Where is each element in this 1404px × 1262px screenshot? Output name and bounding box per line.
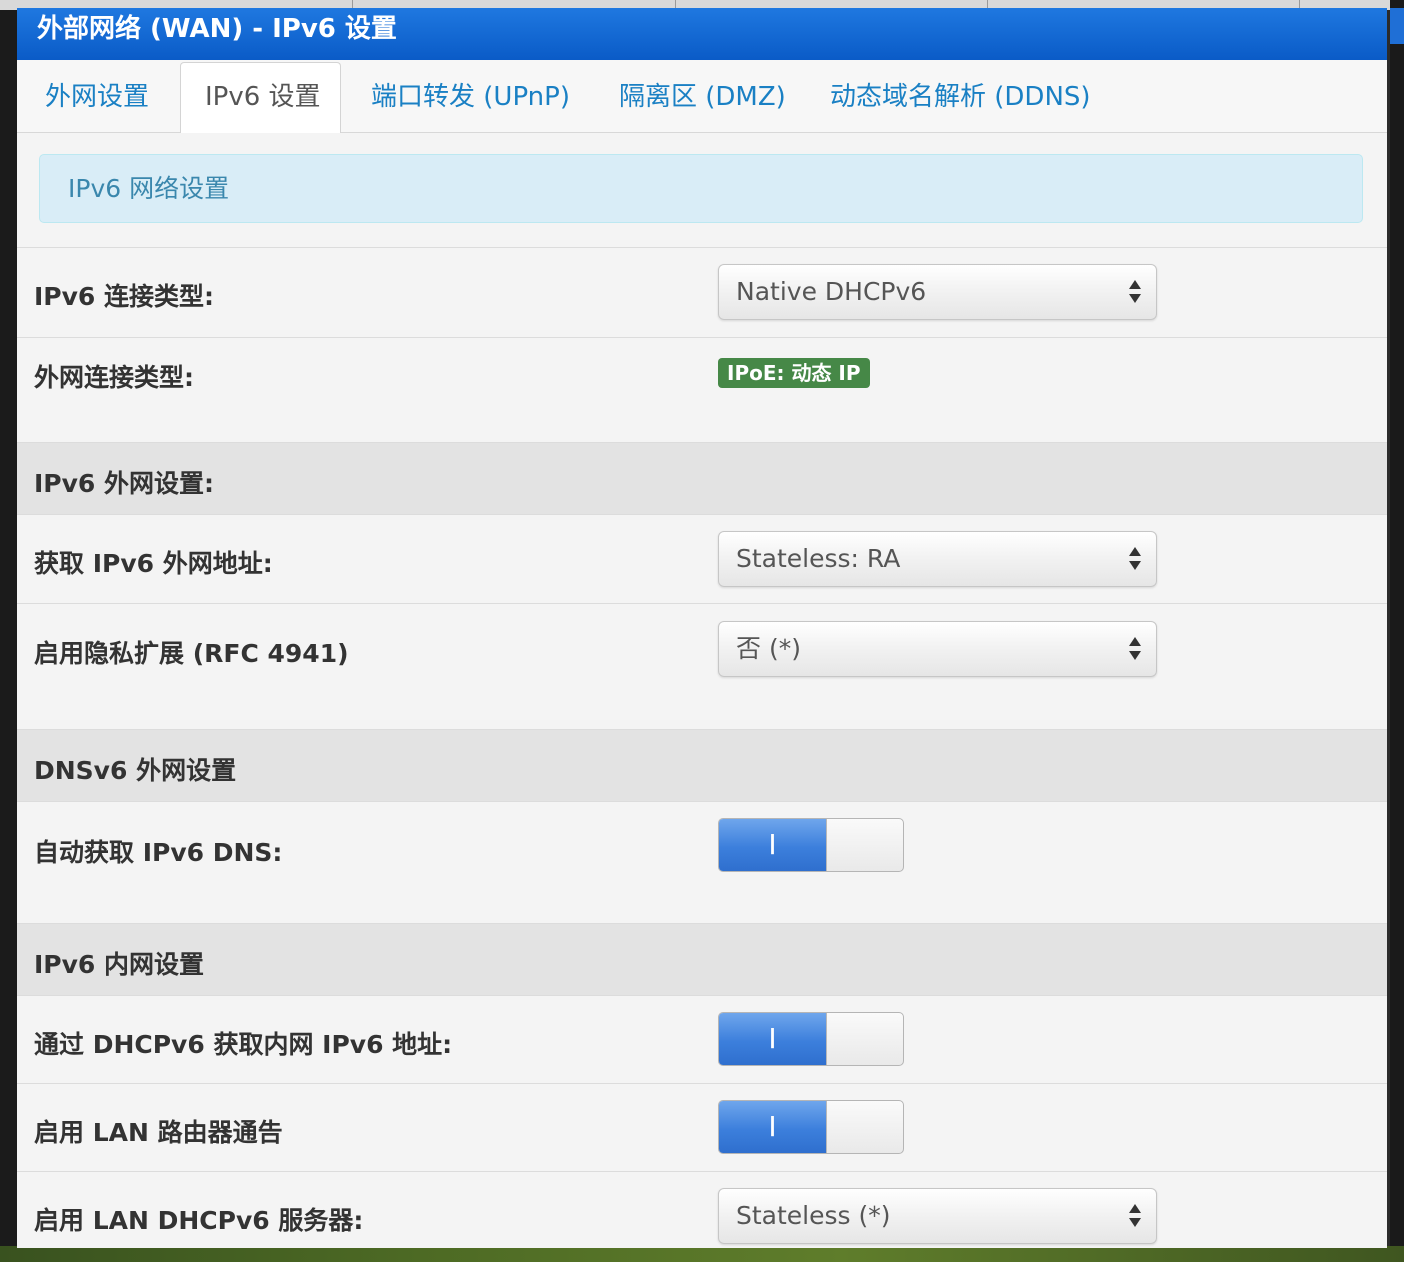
tab-ipv6-settings[interactable]: IPv6 设置 xyxy=(180,62,341,133)
toggle-on-indicator: I xyxy=(719,819,826,871)
section-ipv6-wan: IPv6 外网设置: xyxy=(17,443,1387,515)
tab-wan-settings[interactable]: 外网设置 xyxy=(45,60,149,132)
wan-connection-type-badge: IPoE: 动态 IP xyxy=(718,358,870,388)
auto-ipv6-dns-toggle[interactable]: I xyxy=(718,818,904,872)
section-dnsv6-wan: DNSv6 外网设置 xyxy=(17,730,1387,802)
privacy-extensions-select[interactable]: 否 (*) xyxy=(718,621,1157,677)
page-title: 外部网络 (WAN) - IPv6 设置 xyxy=(17,8,1387,60)
row-lan-router-advertisement: 启用 LAN 路由器通告 I xyxy=(17,1084,1387,1172)
row-ipv6-connection-type: IPv6 连接类型: Native DHCPv6 xyxy=(17,248,1387,338)
get-ipv6-wan-address-label: 获取 IPv6 外网地址: xyxy=(34,549,273,578)
get-ipv6-wan-address-select[interactable]: Stateless: RA xyxy=(718,531,1157,587)
row-privacy-extensions: 启用隐私扩展 (RFC 4941) 否 (*) xyxy=(17,604,1387,730)
privacy-extensions-label: 启用隐私扩展 (RFC 4941) xyxy=(34,639,349,668)
tab-port-forwarding[interactable]: 端口转发 (UPnP) xyxy=(371,60,570,132)
row-lan-dhcpv6-server: 启用 LAN DHCPv6 服务器: Stateless (*) xyxy=(17,1172,1387,1248)
background-bottom-strip xyxy=(0,1246,1404,1262)
row-dhcpv6-lan-address: 通过 DHCPv6 获取内网 IPv6 地址: I xyxy=(17,996,1387,1084)
select-arrows-icon xyxy=(1128,532,1142,586)
dhcpv6-lan-address-toggle[interactable]: I xyxy=(718,1012,904,1066)
lan-router-advertisement-toggle[interactable]: I xyxy=(718,1100,904,1154)
ipv6-connection-type-value: Native DHCPv6 xyxy=(736,277,927,306)
wan-ipv6-panel: 外部网络 (WAN) - IPv6 设置 外网设置 IPv6 设置 端口转发 (… xyxy=(17,8,1387,1248)
get-ipv6-wan-address-value: Stateless: RA xyxy=(736,544,901,573)
lan-dhcpv6-server-value: Stateless (*) xyxy=(736,1201,891,1230)
auto-ipv6-dns-label: 自动获取 IPv6 DNS: xyxy=(34,838,283,867)
info-section: IPv6 网络设置 xyxy=(17,133,1387,248)
lan-router-advertisement-label: 启用 LAN 路由器通告 xyxy=(34,1118,283,1147)
tab-ddns[interactable]: 动态域名解析 (DDNS) xyxy=(830,60,1091,132)
row-get-ipv6-wan-address: 获取 IPv6 外网地址: Stateless: RA xyxy=(17,515,1387,604)
select-arrows-icon xyxy=(1128,622,1142,676)
dhcpv6-lan-address-label: 通过 DHCPv6 获取内网 IPv6 地址: xyxy=(34,1030,453,1059)
toggle-off-knob xyxy=(826,1101,903,1153)
toggle-off-knob xyxy=(826,819,903,871)
privacy-extensions-value: 否 (*) xyxy=(736,634,801,663)
background-right-edge xyxy=(1390,0,1404,1262)
section-dnsv6-wan-title: DNSv6 外网设置 xyxy=(34,756,237,785)
ipv6-network-settings-banner: IPv6 网络设置 xyxy=(39,154,1363,223)
lan-dhcpv6-server-label: 启用 LAN DHCPv6 服务器: xyxy=(34,1206,364,1235)
row-auto-ipv6-dns: 自动获取 IPv6 DNS: I xyxy=(17,802,1387,924)
select-arrows-icon xyxy=(1128,265,1142,319)
tab-dmz[interactable]: 隔离区 (DMZ) xyxy=(619,60,786,132)
ipv6-connection-type-label: IPv6 连接类型: xyxy=(34,282,215,311)
lan-dhcpv6-server-select[interactable]: Stateless (*) xyxy=(718,1188,1157,1244)
section-ipv6-wan-title: IPv6 外网设置: xyxy=(34,469,215,498)
toggle-off-knob xyxy=(826,1013,903,1065)
ipv6-connection-type-select[interactable]: Native DHCPv6 xyxy=(718,264,1157,320)
row-wan-connection-type: 外网连接类型: IPoE: 动态 IP xyxy=(17,338,1387,443)
wan-connection-type-label: 外网连接类型: xyxy=(34,363,194,392)
toggle-on-indicator: I xyxy=(719,1013,826,1065)
section-ipv6-lan: IPv6 内网设置 xyxy=(17,924,1387,996)
toggle-on-indicator: I xyxy=(719,1101,826,1153)
select-arrows-icon xyxy=(1128,1189,1142,1243)
section-ipv6-lan-title: IPv6 内网设置 xyxy=(34,950,205,979)
tab-bar: 外网设置 IPv6 设置 端口转发 (UPnP) 隔离区 (DMZ) 动态域名解… xyxy=(17,60,1387,133)
background-left xyxy=(0,0,17,1262)
